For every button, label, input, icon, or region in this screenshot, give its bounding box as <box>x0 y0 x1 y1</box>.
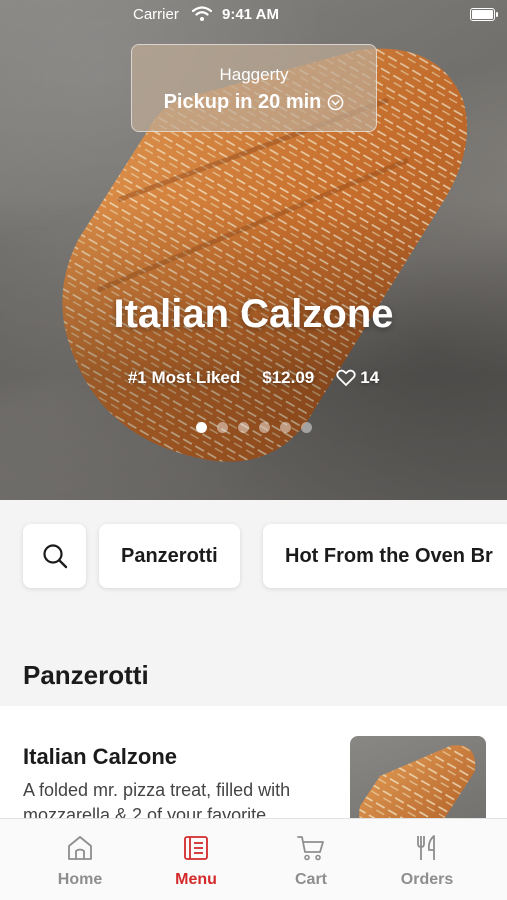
chevron-down-circle-icon <box>328 94 344 111</box>
tab-menu-label: Menu <box>175 871 217 888</box>
carousel-dot[interactable] <box>237 422 249 433</box>
carousel-dot[interactable] <box>195 422 207 433</box>
pickup-selector[interactable]: Haggerty Pickup in 20 min <box>131 44 377 132</box>
cart-icon <box>297 836 324 861</box>
carrier-label: Carrier <box>133 6 179 23</box>
hero-price: $12.09 <box>262 368 315 387</box>
status-bar: Carrier 9:41 AM <box>0 0 507 30</box>
hero-banner[interactable]: Carrier 9:41 AM Haggerty Pickup in 20 mi… <box>0 0 507 500</box>
menu-item-card[interactable]: Italian Calzone A folded mr. pizza treat… <box>0 706 507 846</box>
orders-icon <box>417 835 435 860</box>
home-icon <box>68 836 92 860</box>
pickup-eta: Pickup in 20 min <box>163 91 322 113</box>
store-name: Haggerty <box>219 65 289 84</box>
tab-orders-label: Orders <box>400 871 454 888</box>
menu-item-name: Italian Calzone <box>23 744 178 769</box>
category-chip-panzerotti[interactable]: Panzerotti <box>99 524 240 588</box>
heart-icon <box>336 369 356 386</box>
carousel-dot[interactable] <box>216 422 228 433</box>
search-button[interactable] <box>23 524 86 588</box>
carousel-dot[interactable] <box>279 422 291 433</box>
hero-likes: 14 <box>336 368 379 388</box>
category-chip-hot-from-the-oven[interactable]: Hot From the Oven Br <box>263 524 507 588</box>
hero-rank: #1 Most Liked <box>127 368 241 387</box>
menu-icon <box>184 836 208 860</box>
hero-title: Italian Calzone <box>113 292 394 336</box>
tab-home[interactable]: Home <box>17 819 143 900</box>
carousel-dot[interactable] <box>258 422 270 433</box>
carousel-indicator[interactable] <box>0 422 507 433</box>
tab-bar: Home Menu Cart Orders <box>0 818 507 900</box>
tab-menu[interactable]: Menu <box>133 819 259 900</box>
likes-count: 14 <box>360 368 380 387</box>
category-bar: Panzerotti Hot From the Oven Br <box>0 500 507 620</box>
battery-icon <box>470 8 498 21</box>
search-icon <box>42 544 67 569</box>
tab-cart[interactable]: Cart <box>248 819 374 900</box>
status-time: 9:41 AM <box>222 6 279 23</box>
tab-cart-label: Cart <box>294 871 327 888</box>
wifi-icon <box>192 6 212 21</box>
tab-orders[interactable]: Orders <box>364 819 490 900</box>
section-title: Panzerotti <box>23 660 149 690</box>
carousel-dot[interactable] <box>300 422 312 433</box>
tab-home-label: Home <box>57 871 103 888</box>
hero-meta: #1 Most Liked $12.09 14 <box>0 368 507 388</box>
